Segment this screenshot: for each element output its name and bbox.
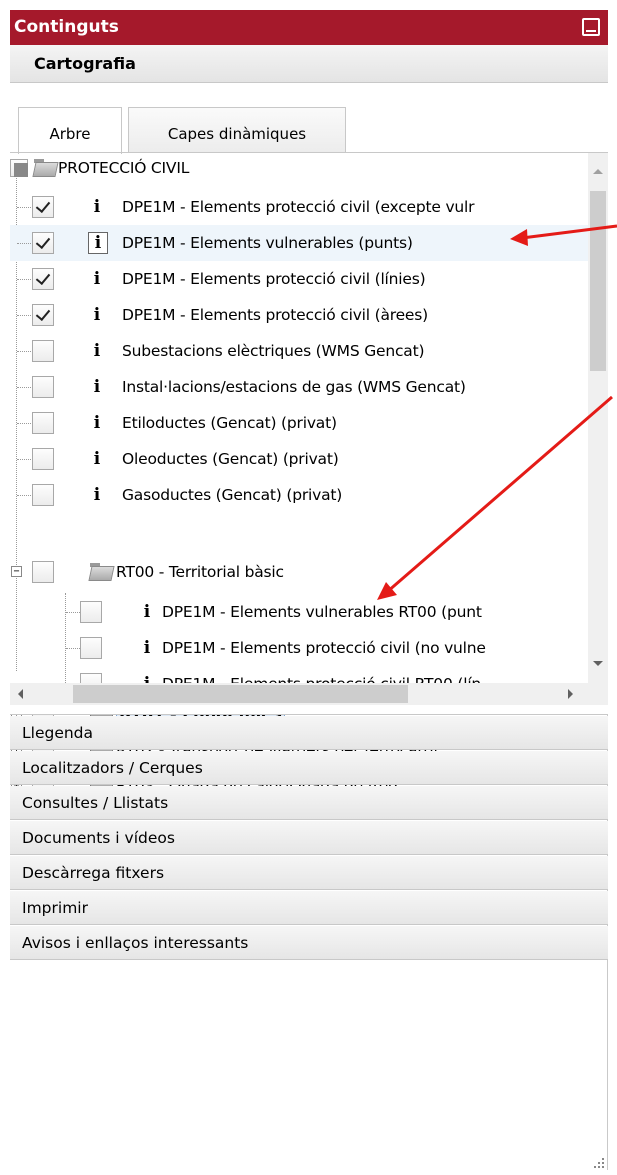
folder-closed-icon	[90, 705, 113, 723]
tree-branch	[17, 279, 31, 280]
folder-closed-icon	[90, 741, 113, 759]
tree-folder-rt03[interactable]: + RT03 - Onada de calor/Onada de fred	[10, 768, 590, 804]
panel-title-bar: Continguts	[10, 10, 608, 45]
tree-branch	[17, 459, 31, 460]
folder-label: RT00 - Territorial bàsic	[116, 563, 284, 581]
layer-row[interactable]: i Subestacions elèctriques (WMS Gencat)	[10, 333, 590, 369]
tree-folder-proteccio-civil[interactable]: PROTECCIÓ CIVIL	[10, 153, 590, 189]
tab-strip: Arbre Capes dinàmiques	[10, 83, 608, 154]
layer-row[interactable]: i DPE1M - Elements protecció civil (exce…	[10, 189, 590, 225]
tree-branch	[17, 243, 31, 244]
layer-label: DPE1M - Elements protecció civil RT00 (l…	[162, 666, 481, 683]
panel-title: Continguts	[14, 17, 119, 37]
layer-label: Instal·lacions/estacions de gas (WMS Gen…	[122, 378, 466, 396]
tree-branch	[17, 423, 31, 424]
info-icon[interactable]: i	[138, 630, 156, 666]
tree-folder-rt00[interactable]: − RT00 - Territorial bàsic	[10, 554, 590, 590]
tab-arbre[interactable]: Arbre	[18, 107, 122, 154]
layer-checkbox[interactable]	[80, 601, 102, 623]
folder-closed-icon	[90, 777, 113, 795]
expand-toggle-icon[interactable]: +	[11, 780, 22, 791]
folder-checkbox[interactable]	[10, 159, 28, 177]
resize-grip-icon[interactable]	[594, 1158, 606, 1170]
layer-checkbox[interactable]	[80, 637, 102, 659]
tree-branch	[17, 495, 31, 496]
layer-checkbox[interactable]	[32, 412, 54, 434]
folder-open-icon	[90, 563, 112, 580]
layer-row[interactable]: i DPE1M - Elements protecció civil (líni…	[10, 261, 590, 297]
layer-checkbox[interactable]	[32, 232, 54, 254]
section-header-cartografia[interactable]: Cartografia	[10, 45, 608, 83]
layer-row[interactable]: i DPE1M - Elements protecció civil (àree…	[10, 297, 590, 333]
info-icon[interactable]: i	[88, 189, 106, 225]
folder-label: PROTECCIÓ CIVIL	[58, 159, 190, 177]
expand-toggle-icon[interactable]: +	[11, 708, 22, 719]
folder-label: RT02 - Transport de viatgers per ferroca…	[116, 741, 438, 759]
info-icon[interactable]: i	[88, 441, 106, 477]
layer-label: Subestacions elèctriques (WMS Gencat)	[122, 342, 425, 360]
folder-label: RT03 - Onada de calor/Onada de fred	[116, 777, 398, 795]
layer-row-selected[interactable]: i DPE1M - Elements vulnerables (punts)	[10, 225, 590, 261]
info-icon[interactable]: i	[138, 666, 156, 683]
info-icon[interactable]: i	[88, 232, 108, 254]
expand-toggle-icon[interactable]: +	[11, 744, 22, 755]
tree-groups: + RT01 - Pandèmies + RT02 - Transport de…	[10, 696, 590, 816]
layer-label: Etiloductes (Gencat) (privat)	[122, 414, 337, 432]
layer-label: DPE1M - Elements vulnerables RT00 (punt	[162, 603, 482, 621]
folder-checkbox[interactable]	[32, 703, 54, 725]
layer-checkbox[interactable]	[32, 268, 54, 290]
info-icon[interactable]: i	[138, 594, 156, 630]
layer-label: Oleoductes (Gencat) (privat)	[122, 450, 339, 468]
layer-checkbox[interactable]	[32, 196, 54, 218]
folder-checkbox[interactable]	[32, 739, 54, 761]
layer-checkbox[interactable]	[32, 448, 54, 470]
tree-branch	[17, 387, 31, 388]
layer-row[interactable]: i Oleoductes (Gencat) (privat)	[10, 441, 590, 477]
collapse-toggle-icon[interactable]: −	[11, 566, 22, 577]
tab-capes-dinamiques[interactable]: Capes dinàmiques	[128, 107, 346, 153]
layer-label: DPE1M - Elements protecció civil (àrees)	[122, 306, 428, 324]
layer-checkbox[interactable]	[32, 340, 54, 362]
layer-checkbox[interactable]	[32, 304, 54, 326]
tree-branch	[17, 315, 31, 316]
layer-checkbox[interactable]	[80, 673, 102, 683]
layer-label: DPE1M - Elements protecció civil (no vul…	[162, 639, 486, 657]
tree-branch	[66, 612, 80, 613]
tree-branch	[17, 351, 31, 352]
layer-row[interactable]: i Instal·lacions/estacions de gas (WMS G…	[10, 369, 590, 405]
tree-folder-rt02[interactable]: + RT02 - Transport de viatgers per ferro…	[10, 732, 590, 768]
layer-tree: PROTECCIÓ CIVIL i DPE1M - Elements prote…	[10, 153, 608, 683]
tree-branch	[17, 207, 31, 208]
info-icon[interactable]: i	[88, 297, 106, 333]
layer-row[interactable]: i Etiloductes (Gencat) (privat)	[10, 405, 590, 441]
tree-folder-rt01[interactable]: + RT01 - Pandèmies	[10, 696, 590, 732]
layer-label: Gasoductes (Gencat) (privat)	[122, 486, 343, 504]
info-icon[interactable]: i	[88, 477, 106, 513]
folder-checkbox[interactable]	[32, 561, 54, 583]
folder-label: RT01 - Pandèmies	[116, 700, 285, 728]
layer-checkbox[interactable]	[32, 376, 54, 398]
layer-label: DPE1M - Elements protecció civil (except…	[122, 198, 475, 216]
layer-label: DPE1M - Elements vulnerables (punts)	[122, 234, 413, 252]
info-icon[interactable]: i	[88, 405, 106, 441]
layer-row[interactable]: i DPE1M - Elements vulnerables RT00 (pun…	[10, 594, 590, 630]
info-icon[interactable]: i	[88, 333, 106, 369]
minimize-icon[interactable]	[582, 18, 600, 36]
layer-checkbox[interactable]	[32, 484, 54, 506]
tree-branch	[66, 648, 80, 649]
layer-row[interactable]: i DPE1M - Elements protecció civil (no v…	[10, 630, 590, 666]
contents-panel: Continguts Cartografia Arbre Capes dinàm…	[10, 10, 608, 1170]
info-icon[interactable]: i	[88, 261, 106, 297]
folder-checkbox[interactable]	[32, 775, 54, 797]
layer-label: DPE1M - Elements protecció civil (línies…	[122, 270, 426, 288]
layer-row[interactable]: i DPE1M - Elements protecció civil RT00 …	[10, 666, 590, 683]
layer-row[interactable]: i Gasoductes (Gencat) (privat)	[10, 477, 590, 513]
folder-open-icon	[34, 159, 56, 176]
info-icon[interactable]: i	[88, 369, 106, 405]
